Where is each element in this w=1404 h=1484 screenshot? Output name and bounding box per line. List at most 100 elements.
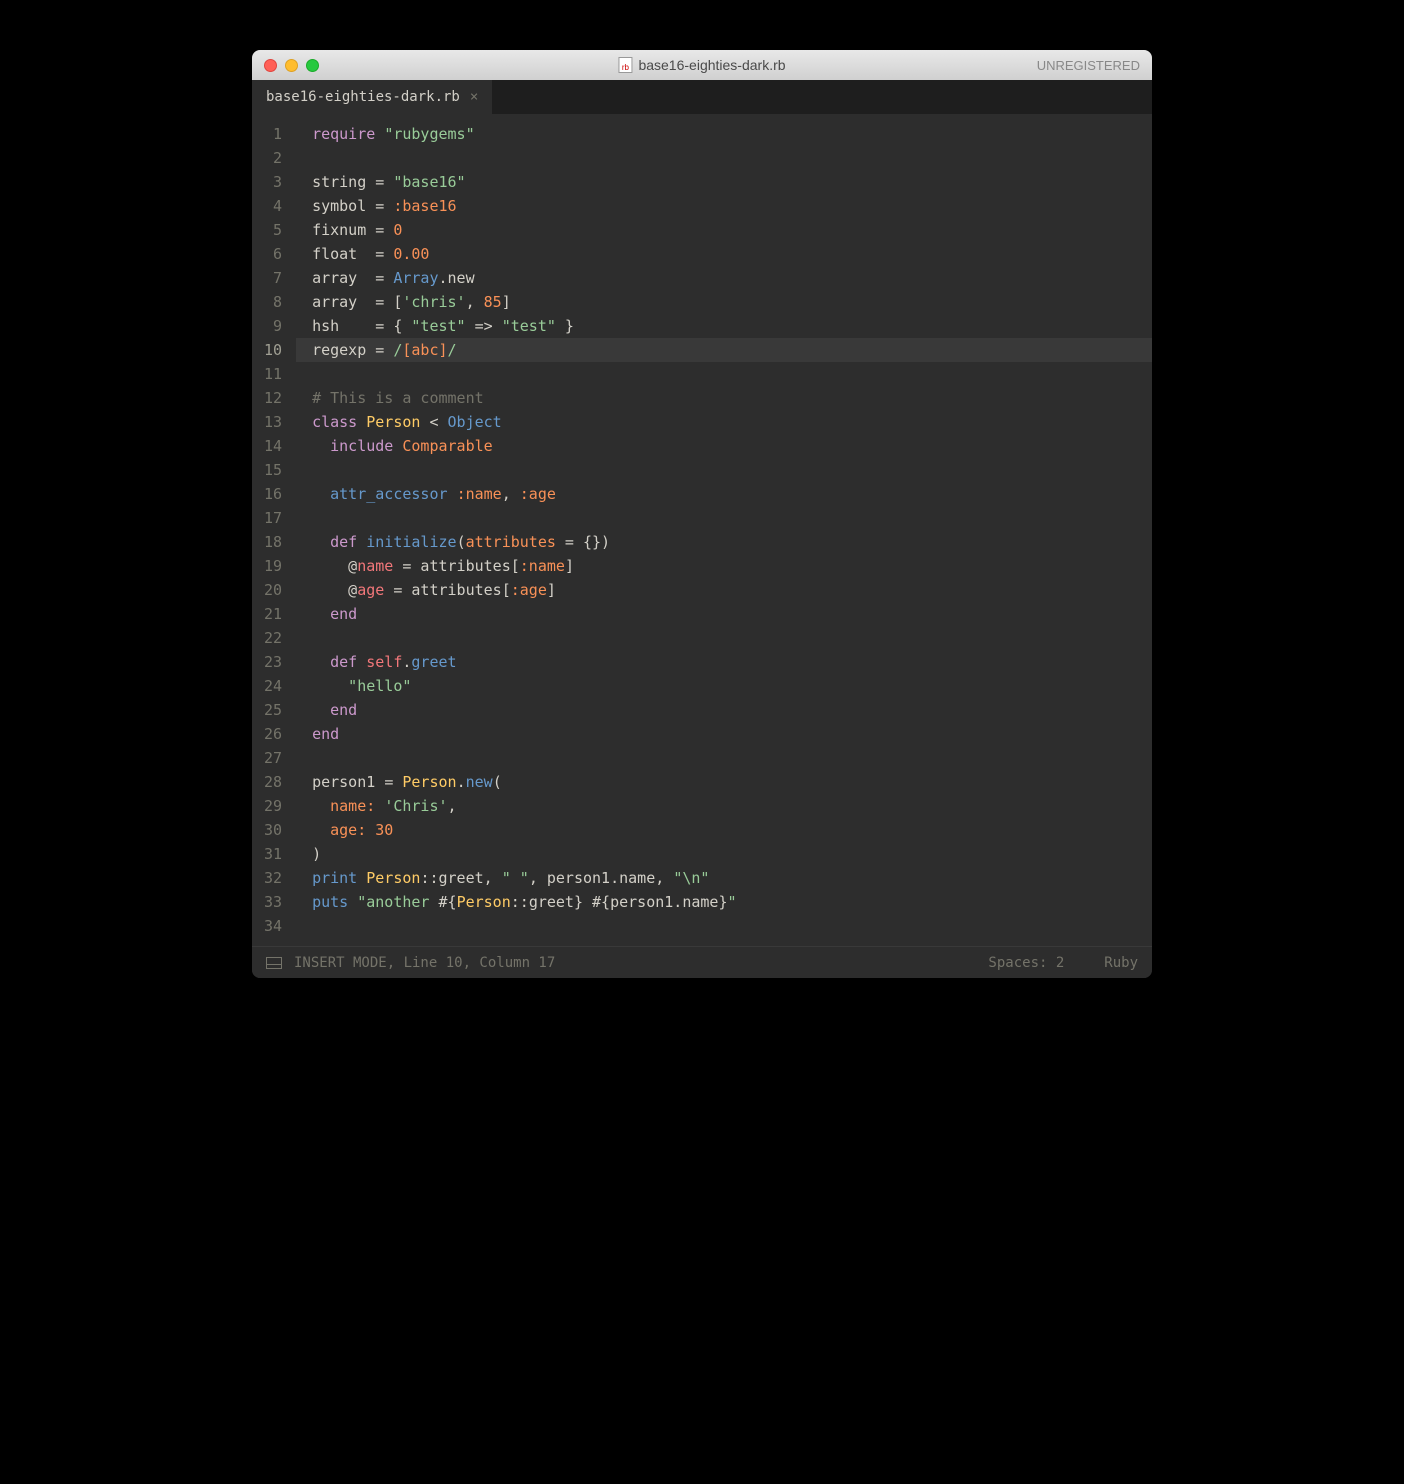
- code-line[interactable]: def self.greet: [296, 650, 1152, 674]
- code-line[interactable]: hsh = { "test" => "test" }: [296, 314, 1152, 338]
- token-string: "test": [411, 317, 465, 335]
- token-plain: person1.name: [610, 893, 718, 911]
- code-line[interactable]: @age = attributes[:age]: [296, 578, 1152, 602]
- token-const: age:: [312, 821, 375, 839]
- code-line[interactable]: require "rubygems": [296, 122, 1152, 146]
- code-line[interactable]: [296, 626, 1152, 650]
- panel-icon[interactable]: [266, 957, 282, 969]
- code-line[interactable]: "hello": [296, 674, 1152, 698]
- code-line[interactable]: string = "base16": [296, 170, 1152, 194]
- token-const: :age: [520, 485, 556, 503]
- traffic-lights: [264, 59, 319, 72]
- code-line[interactable]: print Person::greet, " ", person1.name, …: [296, 866, 1152, 890]
- line-number: 34: [264, 914, 282, 938]
- code-line[interactable]: name: 'Chris',: [296, 794, 1152, 818]
- close-tab-icon[interactable]: ×: [470, 89, 478, 105]
- token-string: ": [728, 893, 737, 911]
- line-number: 22: [264, 626, 282, 650]
- close-icon[interactable]: [264, 59, 277, 72]
- token-number: 0.00: [393, 245, 429, 263]
- token-plain: }: [556, 317, 574, 335]
- code-line[interactable]: def initialize(attributes = {}): [296, 530, 1152, 554]
- code-line[interactable]: @name = attributes[:name]: [296, 554, 1152, 578]
- editor-area[interactable]: 1234567891011121314151617181920212223242…: [252, 114, 1152, 946]
- code-line[interactable]: [296, 506, 1152, 530]
- code-line[interactable]: end: [296, 722, 1152, 746]
- code-line[interactable]: attr_accessor :name, :age: [296, 482, 1152, 506]
- token-keyword: def: [312, 533, 366, 551]
- code-line[interactable]: fixnum = 0: [296, 218, 1152, 242]
- token-plain: ,: [502, 485, 520, 503]
- token-plain: = {}): [556, 533, 610, 551]
- line-number: 16: [264, 482, 282, 506]
- token-plain: (: [493, 773, 502, 791]
- editor-window: rb base16-eighties-dark.rb UNREGISTERED …: [252, 50, 1152, 978]
- code-line[interactable]: class Person < Object: [296, 410, 1152, 434]
- minimize-icon[interactable]: [285, 59, 298, 72]
- status-bar: INSERT MODE, Line 10, Column 17 Spaces: …: [252, 946, 1152, 978]
- token-plain: ]: [565, 557, 574, 575]
- code-line[interactable]: [296, 362, 1152, 386]
- token-var: name: [357, 557, 393, 575]
- token-const: name:: [312, 797, 384, 815]
- code-line[interactable]: array = ['chris', 85]: [296, 290, 1152, 314]
- line-number: 31: [264, 842, 282, 866]
- status-left: INSERT MODE, Line 10, Column 17: [266, 955, 555, 971]
- token-plain: =: [375, 269, 393, 287]
- token-plain: #{: [592, 893, 610, 911]
- window-title-text: base16-eighties-dark.rb: [638, 57, 785, 73]
- code-line[interactable]: [296, 458, 1152, 482]
- token-const: attributes: [466, 533, 556, 551]
- file-tab[interactable]: base16-eighties-dark.rb ×: [252, 80, 492, 114]
- code-line[interactable]: puts "another #{Person::greet} #{person1…: [296, 890, 1152, 914]
- token-keyword: def: [312, 653, 366, 671]
- token-string: 'chris': [402, 293, 465, 311]
- code-line[interactable]: float = 0.00: [296, 242, 1152, 266]
- code-line[interactable]: include Comparable: [296, 434, 1152, 458]
- status-spaces[interactable]: Spaces: 2: [988, 955, 1064, 971]
- code-line[interactable]: end: [296, 698, 1152, 722]
- token-plain: new: [448, 269, 475, 287]
- line-number: 13: [264, 410, 282, 434]
- token-plain: ::: [420, 869, 438, 887]
- token-func: new: [466, 773, 493, 791]
- token-plain: .: [457, 773, 466, 791]
- line-number: 14: [264, 434, 282, 458]
- code-line[interactable]: [296, 914, 1152, 938]
- token-plain: @: [312, 581, 357, 599]
- code-line[interactable]: [296, 746, 1152, 770]
- token-plain: }: [718, 893, 727, 911]
- line-number: 26: [264, 722, 282, 746]
- line-number: 9: [264, 314, 282, 338]
- token-number: 85: [484, 293, 502, 311]
- code-line[interactable]: array = Array.new: [296, 266, 1152, 290]
- token-string: "test": [502, 317, 556, 335]
- maximize-icon[interactable]: [306, 59, 319, 72]
- code-line[interactable]: # This is a comment: [296, 386, 1152, 410]
- token-plain: fixnum: [312, 221, 375, 239]
- code-line[interactable]: person1 = Person.new(: [296, 770, 1152, 794]
- token-plain: symbol: [312, 197, 375, 215]
- code-line[interactable]: end: [296, 602, 1152, 626]
- token-plain: ::: [511, 893, 529, 911]
- line-number: 4: [264, 194, 282, 218]
- line-number: 11: [264, 362, 282, 386]
- code-area[interactable]: require "rubygems" string = "base16"symb…: [296, 114, 1152, 946]
- token-plain: =: [375, 197, 393, 215]
- token-plain: float: [312, 245, 375, 263]
- token-plain: .: [439, 269, 448, 287]
- token-const: :name: [457, 485, 502, 503]
- status-lang[interactable]: Ruby: [1104, 955, 1138, 971]
- code-line[interactable]: [296, 146, 1152, 170]
- code-line[interactable]: symbol = :base16: [296, 194, 1152, 218]
- token-plain: person1: [312, 773, 384, 791]
- token-const: :base16: [393, 197, 456, 215]
- line-number: 30: [264, 818, 282, 842]
- token-plain: regexp: [312, 341, 375, 359]
- line-number: 15: [264, 458, 282, 482]
- token-plain: (: [457, 533, 466, 551]
- code-line[interactable]: age: 30: [296, 818, 1152, 842]
- code-line[interactable]: regexp = /[abc]/: [296, 338, 1152, 362]
- token-number: [abc]: [402, 341, 447, 359]
- code-line[interactable]: ): [296, 842, 1152, 866]
